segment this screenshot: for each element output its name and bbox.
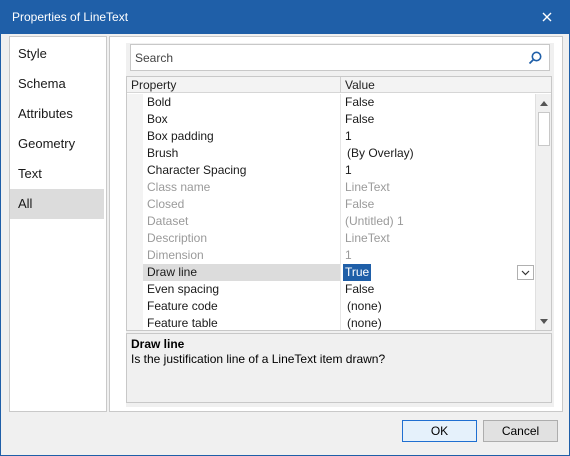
grid-rows: Bold False Box False Box padding 1 Brush… <box>127 94 535 330</box>
property-name: Dataset <box>147 214 189 228</box>
property-value[interactable]: (none) <box>347 298 382 315</box>
category-sidebar: Style Schema Attributes Geometry Text Al… <box>9 36 107 412</box>
scroll-up-icon <box>540 100 548 106</box>
property-value[interactable]: False <box>345 94 374 111</box>
property-grid: Property Value Bold False Box False Box … <box>126 76 552 331</box>
grid-header: Property Value <box>127 77 551 93</box>
property-name: Box <box>147 112 168 126</box>
scroll-up-button[interactable] <box>536 95 552 111</box>
table-row[interactable]: Class name LineText <box>127 179 535 196</box>
table-row[interactable]: Feature table (none) <box>127 315 535 330</box>
header-property[interactable]: Property <box>131 78 176 92</box>
table-row[interactable]: Feature code (none) <box>127 298 535 315</box>
property-name: Feature code <box>147 299 218 313</box>
scroll-down-button[interactable] <box>536 313 552 329</box>
close-icon <box>542 12 552 22</box>
title-bar: Properties of LineText <box>0 0 570 34</box>
ok-button[interactable]: OK <box>402 420 477 442</box>
property-name: Description <box>147 231 208 245</box>
property-name: Box padding <box>147 129 214 143</box>
property-name: Brush <box>147 146 179 160</box>
header-value[interactable]: Value <box>345 78 375 92</box>
content-panel: Property Value Bold False Box False Box … <box>109 36 563 412</box>
search-box <box>130 44 550 71</box>
property-value: False <box>345 197 375 211</box>
property-value[interactable]: 1 <box>345 162 352 179</box>
table-row[interactable]: Box False <box>127 111 535 128</box>
value-dropdown-button[interactable] <box>517 265 534 280</box>
table-row[interactable]: Even spacing False <box>127 281 535 298</box>
sidebar-item-schema[interactable]: Schema <box>10 69 104 99</box>
property-name: Character Spacing <box>147 163 247 177</box>
sidebar-item-attributes[interactable]: Attributes <box>10 99 104 129</box>
property-value[interactable]: 1 <box>345 128 352 145</box>
property-name: Class name <box>147 180 211 194</box>
property-value[interactable]: False <box>345 281 374 298</box>
property-value[interactable]: (none) <box>347 315 382 330</box>
property-name: Dimension <box>147 248 204 262</box>
description-title: Draw line <box>131 337 185 351</box>
property-value-editor[interactable]: True <box>343 264 372 281</box>
property-name: Bold <box>147 95 172 109</box>
table-row[interactable]: Dimension 1 <box>127 247 535 264</box>
table-row[interactable]: Character Spacing 1 <box>127 162 535 179</box>
sidebar-item-all[interactable]: All <box>10 189 104 219</box>
description-text: Is the justification line of a LineText … <box>131 352 386 366</box>
property-value: 1 <box>345 248 352 262</box>
property-name: Even spacing <box>147 282 220 296</box>
scroll-down-icon <box>540 318 548 324</box>
property-name: Feature table <box>147 316 218 330</box>
table-row[interactable]: Dataset (Untitled) 1 <box>127 213 535 230</box>
table-row[interactable]: Bold False <box>127 94 535 111</box>
property-name: Draw line <box>147 265 198 279</box>
sidebar-item-text[interactable]: Text <box>10 159 104 189</box>
vertical-scrollbar[interactable] <box>535 94 551 330</box>
table-row[interactable]: Box padding 1 <box>127 128 535 145</box>
window-title: Properties of LineText <box>12 10 129 24</box>
table-row[interactable]: Closed False <box>127 196 535 213</box>
table-row[interactable]: Brush (By Overlay) <box>127 145 535 162</box>
property-value: LineText <box>345 231 390 245</box>
sidebar-item-geometry[interactable]: Geometry <box>10 129 104 159</box>
property-value[interactable]: (By Overlay) <box>347 145 414 162</box>
table-row[interactable]: Description LineText <box>127 230 535 247</box>
cancel-button[interactable]: Cancel <box>483 420 558 442</box>
search-button[interactable] <box>525 48 545 68</box>
dialog-body: Style Schema Attributes Geometry Text Al… <box>0 34 570 456</box>
search-icon <box>528 51 542 65</box>
description-panel: Draw line Is the justification line of a… <box>126 333 552 403</box>
sidebar-item-style[interactable]: Style <box>10 39 104 69</box>
property-value[interactable]: False <box>345 111 374 128</box>
close-button[interactable] <box>524 0 570 34</box>
search-input[interactable] <box>135 48 515 67</box>
property-value: LineText <box>345 180 390 194</box>
chevron-down-icon <box>521 270 530 275</box>
property-value: (Untitled) 1 <box>345 214 404 228</box>
table-row-selected[interactable]: Draw line True <box>127 264 535 281</box>
property-name: Closed <box>147 197 185 211</box>
column-divider[interactable] <box>340 77 341 93</box>
scroll-thumb[interactable] <box>538 112 550 146</box>
